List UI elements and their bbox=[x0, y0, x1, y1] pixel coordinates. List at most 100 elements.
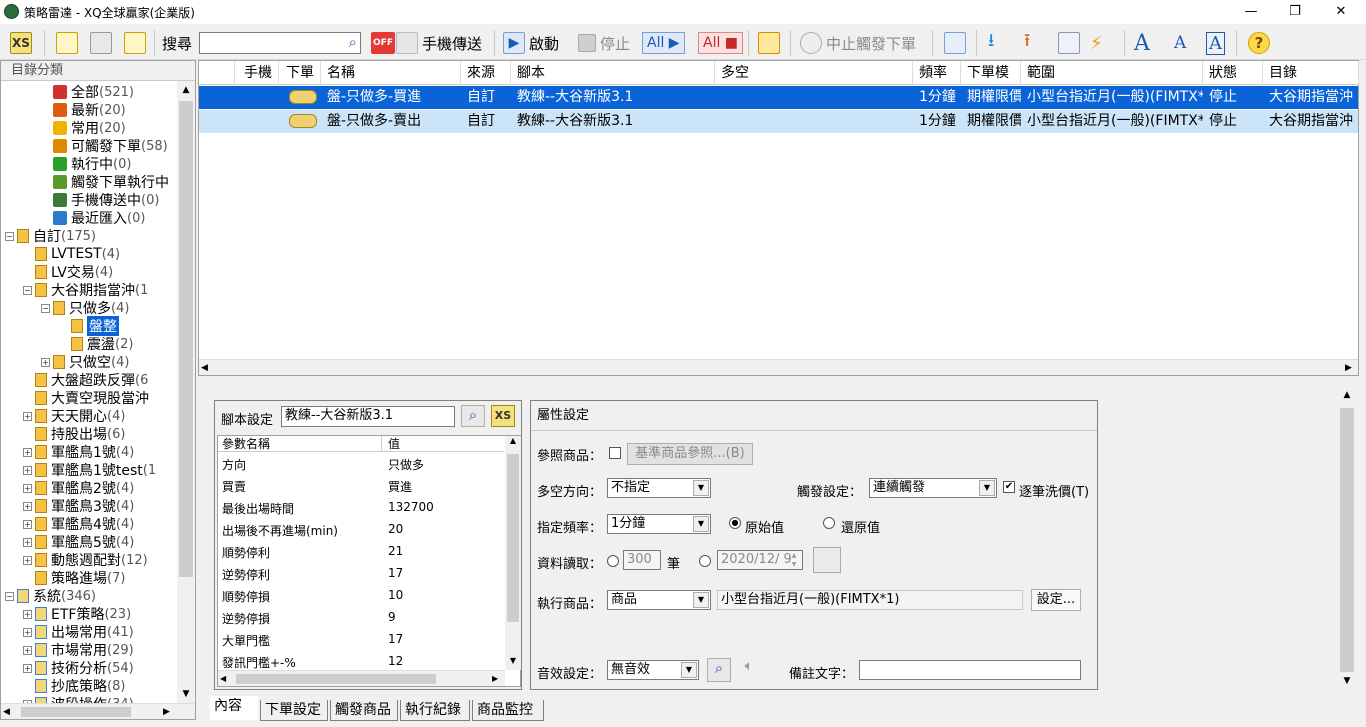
tree-item[interactable]: − 大谷期指當沖 (1 bbox=[1, 281, 177, 299]
font-reset-button[interactable]: A bbox=[1206, 31, 1225, 55]
read-count-radio[interactable] bbox=[607, 555, 619, 567]
frequency-select[interactable]: 1分鐘 ▼ bbox=[607, 514, 711, 534]
tree-item[interactable]: + 只做空 (4) bbox=[1, 353, 177, 371]
start-button[interactable]: ▶ 啟動 bbox=[503, 31, 559, 55]
direction-select[interactable]: 不指定 ▼ bbox=[607, 478, 711, 498]
tree-item[interactable]: − 系統 (346) bbox=[1, 587, 177, 605]
tree-item[interactable]: + 市場常用 (29) bbox=[1, 641, 177, 659]
collapse-icon[interactable]: − bbox=[41, 303, 50, 313]
detail-vertical-scrollbar[interactable]: ▲ ▼ bbox=[1337, 390, 1357, 690]
script-search-button[interactable]: ⌕ bbox=[461, 405, 485, 427]
tree-item[interactable]: 執行中 (0) bbox=[1, 155, 177, 173]
tree-item[interactable]: − 自訂 (175) bbox=[1, 227, 177, 245]
expand-icon[interactable]: + bbox=[23, 465, 32, 475]
expand-icon[interactable]: + bbox=[23, 645, 32, 655]
collapse-icon[interactable]: − bbox=[5, 231, 14, 241]
expand-icon[interactable]: + bbox=[23, 483, 32, 493]
detail-scroll-up-icon[interactable]: ▲ bbox=[1337, 390, 1357, 400]
tree-item[interactable]: + 軍艦鳥3號 (4) bbox=[1, 497, 177, 515]
tree-horizontal-scrollbar[interactable]: ◀ ▶ bbox=[1, 703, 195, 719]
column-header[interactable]: 狀態 bbox=[1203, 61, 1263, 85]
scroll-down-icon[interactable]: ▼ bbox=[177, 685, 195, 703]
start-all-button[interactable]: All ▶ bbox=[642, 31, 685, 55]
tree-item[interactable]: 最近匯入 (0) bbox=[1, 209, 177, 227]
param-scroll-left-icon[interactable]: ◀ bbox=[220, 671, 226, 687]
param-value[interactable]: 132700 bbox=[388, 500, 434, 514]
param-row[interactable]: 大單門檻 17 bbox=[218, 629, 504, 651]
search-input[interactable]: ⌕ bbox=[199, 32, 361, 54]
exec-setting-button[interactable]: 設定... bbox=[1031, 589, 1081, 611]
collapse-icon[interactable]: − bbox=[5, 591, 14, 601]
column-header[interactable]: 名稱 bbox=[321, 61, 461, 85]
param-value[interactable]: 20 bbox=[388, 522, 403, 536]
sound-select[interactable]: 無音效 ▼ bbox=[607, 660, 699, 680]
alert-button[interactable] bbox=[758, 31, 780, 55]
tree-item[interactable]: + 軍艦鳥1號 (4) bbox=[1, 443, 177, 461]
calc-button[interactable] bbox=[944, 31, 966, 55]
param-row[interactable]: 方向 只做多 bbox=[218, 453, 504, 475]
param-horizontal-scrollbar[interactable]: ◀ ▶ bbox=[218, 670, 505, 686]
tree-item[interactable]: 觸發下單執行中 bbox=[1, 173, 177, 191]
param-row[interactable]: 順勢停損 10 bbox=[218, 585, 504, 607]
tree-item[interactable]: 大盤超跌反彈 (6 bbox=[1, 371, 177, 389]
grid-corner-header[interactable] bbox=[199, 61, 235, 85]
new-strategy-button[interactable] bbox=[56, 31, 78, 55]
stop-trigger-button[interactable]: 中止觸發下單 bbox=[800, 31, 916, 55]
column-header[interactable]: 下單模組 bbox=[961, 61, 1021, 105]
read-date-radio[interactable] bbox=[699, 555, 711, 567]
param-scroll-thumb[interactable] bbox=[507, 454, 519, 622]
param-value[interactable]: 買進 bbox=[388, 478, 412, 495]
calendar-icon[interactable] bbox=[813, 547, 841, 573]
help-button[interactable]: ? bbox=[1248, 31, 1270, 55]
expand-icon[interactable]: + bbox=[23, 501, 32, 511]
column-header[interactable]: 下單 bbox=[279, 61, 321, 85]
tab-0[interactable]: 內容 bbox=[210, 696, 258, 720]
expand-icon[interactable]: + bbox=[23, 537, 32, 547]
original-value-radio[interactable]: ● bbox=[729, 517, 741, 529]
xs-editor-button[interactable]: XS bbox=[10, 31, 32, 55]
tree-item[interactable]: + ETF策略 (23) bbox=[1, 605, 177, 623]
grid-horizontal-scrollbar[interactable]: ◀ ▶ bbox=[199, 359, 1358, 375]
scroll-up-icon[interactable]: ▲ bbox=[177, 81, 195, 99]
tree-item[interactable]: LV交易 (4) bbox=[1, 263, 177, 281]
tree-item[interactable]: + 軍艦鳥5號 (4) bbox=[1, 533, 177, 551]
grid-scroll-left-icon[interactable]: ◀ bbox=[201, 360, 208, 376]
expand-icon[interactable]: + bbox=[41, 357, 50, 367]
param-scroll-down-icon[interactable]: ▼ bbox=[505, 656, 521, 665]
restore-button[interactable]: ❐ bbox=[1280, 2, 1310, 22]
tree-item[interactable]: 常用 (20) bbox=[1, 119, 177, 137]
column-header[interactable]: 頻率 bbox=[913, 61, 961, 85]
delete-button[interactable] bbox=[90, 31, 112, 55]
copy-button[interactable] bbox=[124, 31, 146, 55]
collapse-icon[interactable]: − bbox=[23, 285, 32, 295]
tree-item[interactable]: + 出場常用 (41) bbox=[1, 623, 177, 641]
date-spinner-icon[interactable]: ▲ ▼ bbox=[787, 551, 801, 569]
tree-scroll-thumb[interactable] bbox=[179, 101, 193, 577]
close-button[interactable]: ✕ bbox=[1326, 2, 1356, 22]
font-decrease-button[interactable]: A bbox=[1174, 31, 1186, 55]
tree-item[interactable]: 全部 (521) bbox=[1, 83, 177, 101]
column-header[interactable]: 多空 bbox=[715, 61, 913, 85]
tree-hscroll-thumb[interactable] bbox=[21, 707, 131, 717]
column-header[interactable]: 來源 bbox=[461, 61, 511, 85]
import-button[interactable]: ⭳ bbox=[988, 30, 994, 55]
tree-item[interactable]: 盤整 bbox=[1, 316, 177, 336]
script-name-field[interactable]: 教練--大谷新版3.1 bbox=[281, 406, 455, 427]
stop-all-button[interactable]: All ■ bbox=[698, 31, 744, 55]
tree-item[interactable]: 可觸發下單 (58) bbox=[1, 137, 177, 155]
param-value[interactable]: 17 bbox=[388, 566, 403, 580]
lightning-button[interactable]: ⚡ bbox=[1090, 31, 1103, 55]
tree-item[interactable]: + 軍艦鳥2號 (4) bbox=[1, 479, 177, 497]
tree-item[interactable]: 策略進場 (7) bbox=[1, 569, 177, 587]
font-increase-button[interactable]: A bbox=[1134, 31, 1150, 56]
param-value[interactable]: 10 bbox=[388, 588, 403, 602]
read-count-field[interactable]: 300 bbox=[623, 550, 661, 570]
phone-send-toggle[interactable]: OFF bbox=[371, 31, 418, 55]
note-input[interactable] bbox=[859, 660, 1081, 680]
param-value[interactable]: 9 bbox=[388, 610, 396, 624]
tree-item[interactable]: 手機傳送中 (0) bbox=[1, 191, 177, 209]
tree-item[interactable]: + 軍艦鳥1號test (1 bbox=[1, 461, 177, 479]
scroll-right-icon[interactable]: ▶ bbox=[163, 704, 170, 720]
strategy-row[interactable]: 盤-只做多-賣出 自訂 教練--大谷新版3.1 1分鐘期權限價單小型台指近月(一般)(… bbox=[199, 110, 1358, 133]
tree-item[interactable]: 震盪 (2) bbox=[1, 335, 177, 353]
